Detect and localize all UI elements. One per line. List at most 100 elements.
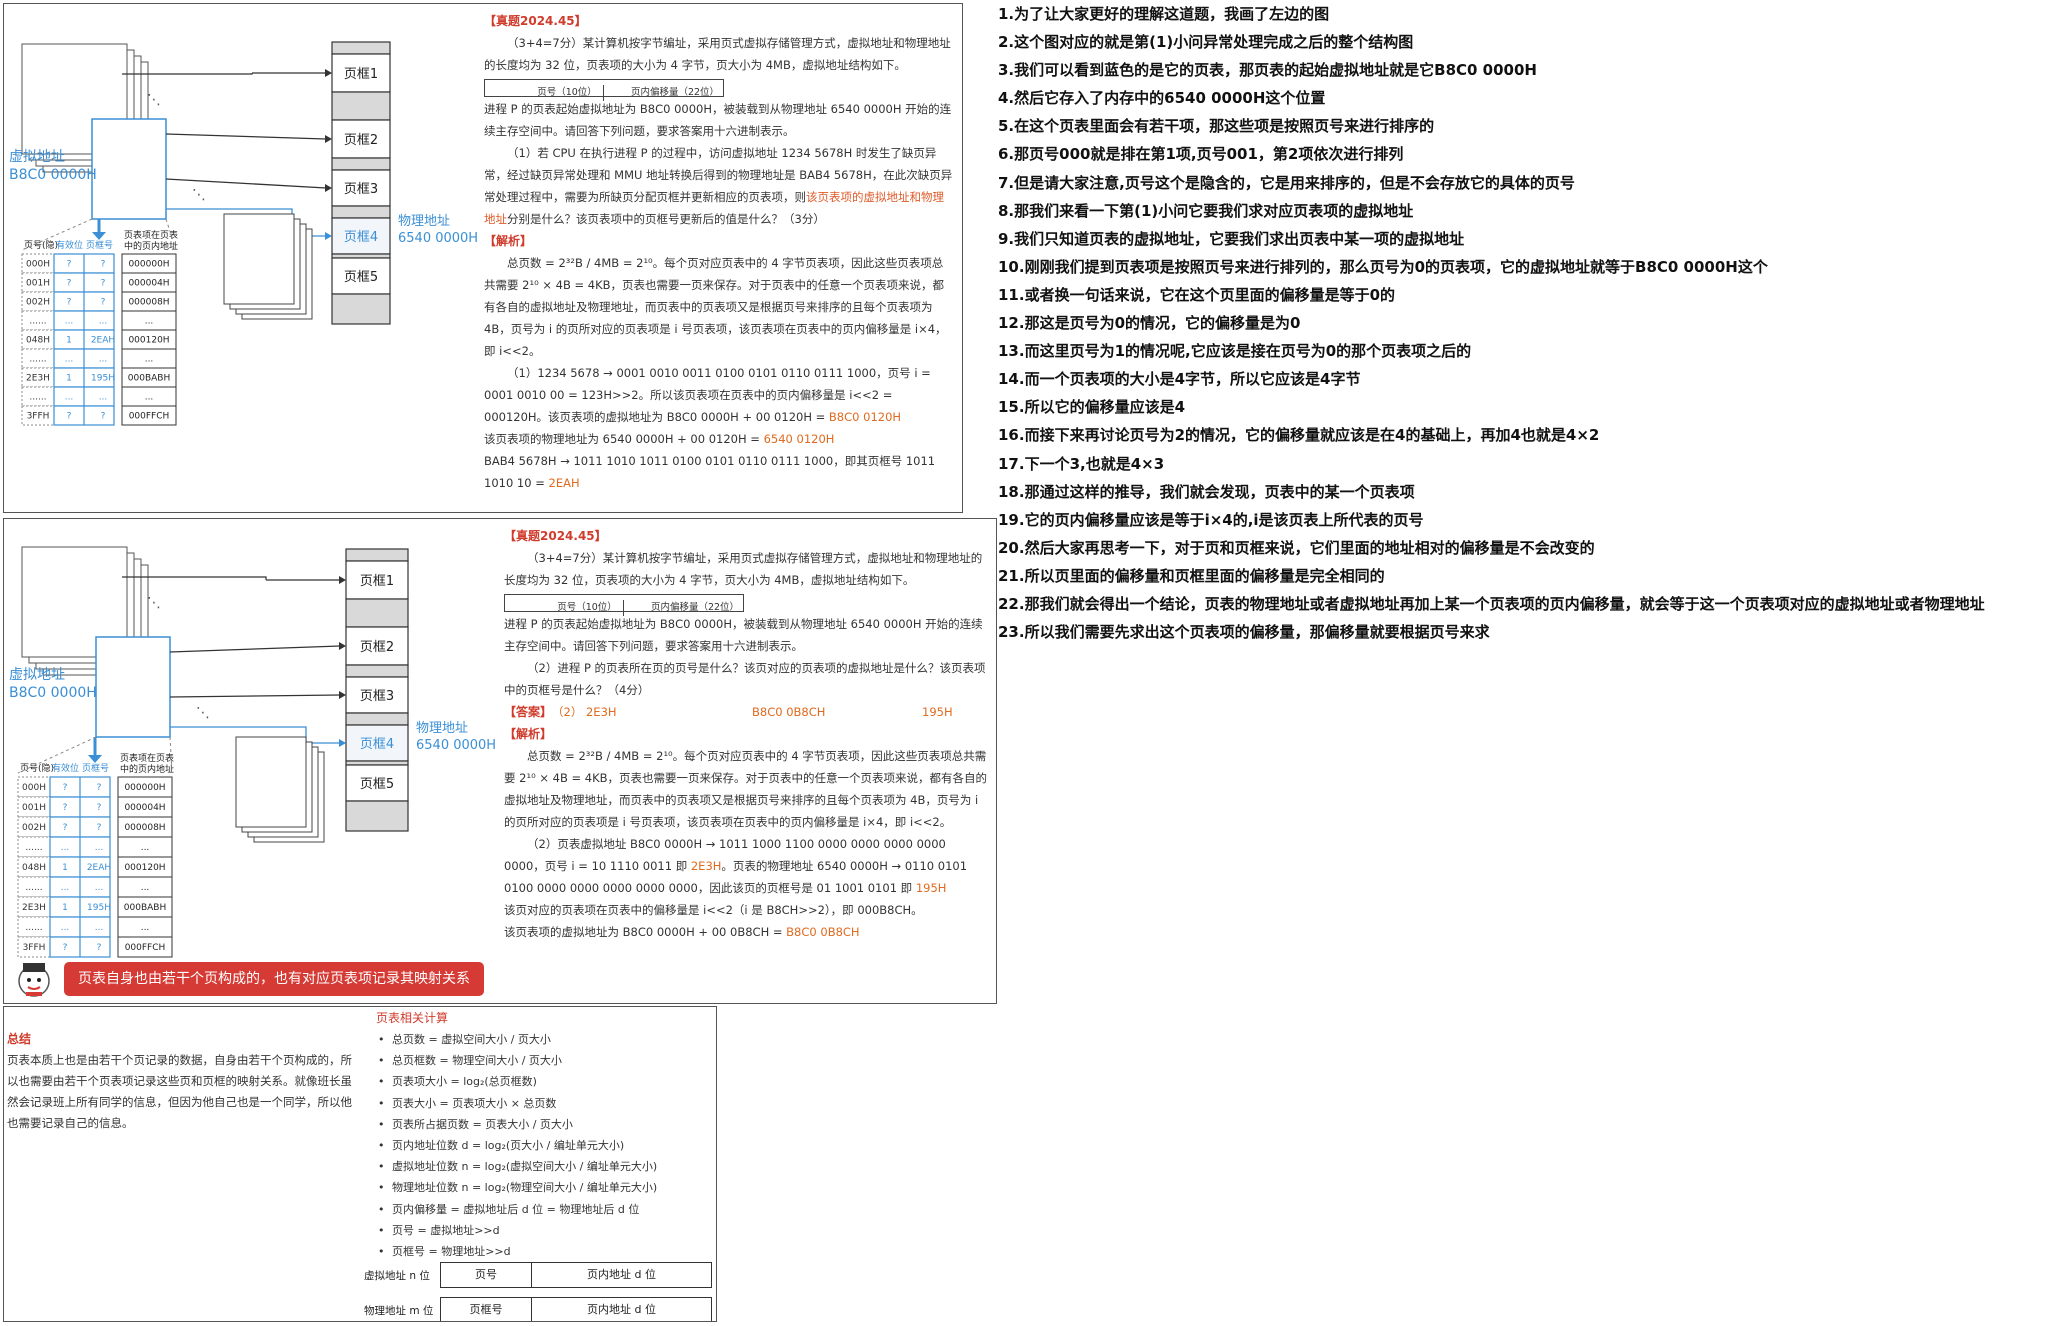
note-item: 13.而这里页号为1的情况呢,它应该是接在页号为0的那个页表项之后的 — [998, 342, 1472, 361]
table-row-page: 048H — [22, 863, 46, 873]
table-row-valid: ? — [63, 943, 68, 953]
answer-line: 【答案】 （2） 2E3H B8C0 0B8CH 195H — [504, 705, 953, 719]
table-header: 中的页内地址 — [124, 240, 178, 252]
calc-item: 总页框数 = 物理空间大小 / 页大小 — [376, 1050, 657, 1071]
question-intro: （3+4=7分）某计算机按字节编址，采用页式虚拟存储管理方式，虚拟地址和物理地址… — [504, 547, 990, 616]
table-row-offset: 000004H — [124, 803, 165, 813]
table-row-valid: ? — [67, 412, 72, 422]
memory-gap — [331, 91, 391, 121]
page-table-calc-list: 总页数 = 虚拟空间大小 / 页大小 总页框数 = 物理空间大小 / 页大小 页… — [376, 1029, 657, 1262]
table-row-offset: 000008H — [128, 298, 169, 308]
address-format-table: 页号（10位） 页内偏移量（22位） — [484, 78, 724, 101]
table-row-frame: 2EAH — [87, 863, 111, 873]
down-arrow-head — [88, 755, 102, 763]
table-row-frame: 2EAH — [91, 336, 115, 346]
physical-address-value: 6540 0000H — [398, 231, 478, 246]
table-header: 页框号 — [86, 239, 113, 251]
table-row-frame: ... — [99, 317, 108, 327]
ellipsis-dots: ⋱ — [192, 187, 206, 203]
frame-label: 页框1 — [360, 574, 394, 589]
table-row-valid: ... — [61, 923, 70, 933]
analysis-paragraph-2: （2）页表虚拟地址 B8C0 0000H → 1011 1000 1100 00… — [504, 837, 968, 895]
table-row-frame: ? — [97, 943, 102, 953]
analysis-paragraph-1: 总页数 = 2³²B / 4MB = 2¹⁰。每个页对应页表中的 4 字节页表项… — [484, 256, 947, 358]
table-row-offset: 000FFCH — [125, 943, 166, 953]
calc-item: 物理地址位数 n = log₂(物理空间大小 / 编址单元大小) — [376, 1177, 657, 1198]
frame-label: 页框2 — [344, 133, 378, 148]
arrow-head — [339, 576, 346, 584]
arrow-head — [325, 232, 332, 240]
table-row-offset: 000FFCH — [129, 412, 170, 422]
question2-text: 【真题2024.45】 （3+4=7分）某计算机按字节编址，采用页式虚拟存储管理… — [504, 525, 990, 943]
note-item: 15.所以它的偏移量应该是4 — [998, 398, 1186, 417]
summary-text: 页表本质上也是由若干个页记录的数据，自身由若干个页构成的，所以也需要由若干个页表… — [7, 1053, 352, 1130]
table-row-offset: 000120H — [124, 863, 165, 873]
table-row-offset: ... — [145, 355, 154, 365]
table-row-valid: ? — [63, 783, 68, 793]
ellipsis-dots: ⋱ — [196, 705, 210, 721]
mapping-arrow — [165, 178, 327, 189]
table-row-offset: 000004H — [128, 279, 169, 289]
frame-label: 页框5 — [360, 777, 394, 792]
table-row-valid: 1 — [66, 336, 72, 346]
physical-address-value: 6540 0000H — [416, 738, 496, 753]
table-header: 页号(隐) — [24, 239, 58, 251]
question-header: 【真题2024.45】 — [484, 14, 587, 28]
virtual-address-label: 虚拟地址 — [9, 667, 65, 683]
table-row-valid: ? — [67, 279, 72, 289]
note-item: 2.这个图对应的就是第(1)小问异常处理完成之后的整个结构图 — [998, 33, 1414, 52]
table-row-page: ...... — [29, 317, 46, 327]
question2-panel: ⋱ ⋱ 虚拟地址 B8C0 0000H 页框1 页框2 页框3 页框4 页框5 物理地址 6540 … — [3, 518, 997, 1004]
summary-banner: 页表自身也由若干个页构成的，也有对应页表项记录其映射关系 — [64, 962, 484, 996]
table-header: 有效位 — [52, 762, 79, 774]
table-row-offset: 000BABH — [124, 903, 166, 913]
table-row-page: ...... — [29, 355, 46, 365]
table-row-offset: 000000H — [128, 260, 169, 270]
table-row-offset: 000120H — [128, 336, 169, 346]
table-row-valid: 1 — [62, 863, 68, 873]
note-item: 21.所以页里面的偏移量和页框里面的偏移量是完全相同的 — [998, 566, 1385, 585]
note-item: 18.那通过这样的推导，我们就会发现，页表中的某一个页表项 — [998, 482, 1415, 501]
table-row-valid: ... — [65, 355, 74, 365]
table-row-offset: ... — [141, 883, 150, 893]
memory-gap — [331, 41, 391, 55]
note-item: 5.在这个页表里面会有若干项，那这些项是按照页号来进行排序的 — [998, 117, 1435, 136]
calc-item: 页内地址位数 d = log₂(页大小 / 编址单元大小) — [376, 1135, 657, 1156]
table-row-page: ...... — [25, 923, 42, 933]
address-format-table: 页号（10位） 页内偏移量（22位） — [504, 593, 744, 616]
frame-label: 页框3 — [360, 689, 394, 704]
note-item: 14.而一个页表项的大小是4字节，所以它应该是4字节 — [998, 370, 1361, 389]
table-row-offset: ... — [141, 843, 150, 853]
table-row-valid: ? — [67, 298, 72, 308]
note-item: 10.刚刚我们提到页表项是按照页号来进行排列的，那么页号为0的页表项，它的虚拟地… — [998, 257, 1768, 276]
arrow-head — [339, 642, 346, 650]
note-item: 8.那我们来看一下第(1)小问它要我们求对应页表项的虚拟地址 — [998, 201, 1414, 220]
arrow-head — [339, 691, 346, 699]
mapping-arrow — [165, 133, 327, 140]
analysis-paragraph-3: 该页对应的页表项在页表中的偏移量是 i<<2（i 是 B8CH>>2），即 00… — [504, 903, 923, 917]
table-row-valid: 1 — [66, 374, 72, 384]
table-row-page: 3FFH — [27, 412, 50, 422]
table-row-frame: ... — [95, 883, 104, 893]
question-intro-2: 进程 P 的页表起始虚拟地址为 B8C0 0000H，被装载到从物理地址 654… — [504, 617, 983, 653]
table-row-frame: ... — [99, 393, 108, 403]
analysis-label: 【解析】 — [504, 727, 553, 741]
memory-gap — [345, 800, 409, 832]
table-row-page: ...... — [25, 843, 42, 853]
note-item: 3.我们可以看到蓝色的是它的页表，那页表的起始虚拟地址就是它B8C0 0000H — [998, 61, 1537, 80]
table-row-page: 002H — [22, 823, 46, 833]
table-row-offset: 000BABH — [128, 374, 170, 384]
calc-item: 总页数 = 虚拟空间大小 / 页大小 — [376, 1029, 657, 1050]
arrow-head — [339, 739, 346, 747]
physical-page-stack — [235, 736, 307, 828]
table-row-valid: 1 — [62, 903, 68, 913]
analysis-paragraph-2: （1）1234 5678 → 0001 0010 0011 0100 0101 … — [484, 366, 931, 424]
memory-gap — [331, 293, 391, 325]
frame-label: 页框4 — [360, 737, 394, 752]
analysis-paragraph-1: 总页数 = 2³²B / 4MB = 2¹⁰。每个页对应页表中的 4 字节页表项… — [504, 749, 988, 829]
page-table-page — [95, 636, 171, 738]
question1-panel: ⋱ ⋱ 虚拟地址 B8C0 0000H 页框1 页框2 页框3 页框4 页框5 物理地址 6540 … — [3, 3, 963, 513]
table-row-page: 3FFH — [23, 943, 46, 953]
table-row-page: 000H — [26, 260, 50, 270]
page-table-page — [91, 118, 167, 220]
